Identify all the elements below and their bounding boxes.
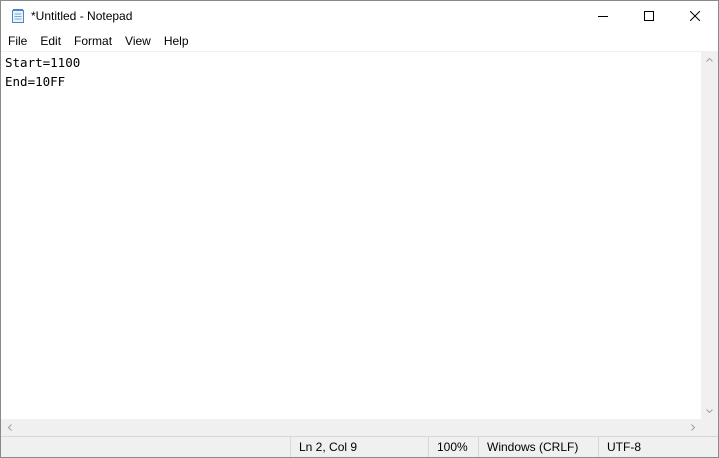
menu-view[interactable]: View	[118, 31, 157, 51]
title-bar[interactable]: *Untitled - Notepad	[1, 1, 718, 31]
chevron-left-icon	[7, 424, 12, 431]
status-encoding: UTF-8	[598, 437, 718, 457]
maximize-icon	[644, 11, 654, 21]
status-cursor-position: Ln 2, Col 9	[290, 437, 428, 457]
chevron-down-icon	[706, 408, 713, 413]
chevron-up-icon	[706, 57, 713, 62]
close-button[interactable]	[672, 1, 718, 31]
notepad-window: *Untitled - Notepad File Edit Format Vie…	[0, 0, 719, 458]
editor-line: End=10FF	[5, 74, 66, 89]
notepad-icon[interactable]	[10, 8, 26, 24]
scroll-up-button[interactable]	[701, 51, 718, 68]
status-zoom: 100%	[428, 437, 478, 457]
editor-line: Start=1100	[5, 55, 81, 70]
chevron-right-icon	[690, 424, 695, 431]
scroll-down-button[interactable]	[701, 402, 718, 419]
minimize-button[interactable]	[580, 1, 626, 31]
close-icon	[690, 11, 700, 21]
menu-help[interactable]: Help	[157, 31, 195, 51]
status-bar: Ln 2, Col 9 100% Windows (CRLF) UTF-8	[1, 436, 718, 457]
minimize-icon	[598, 16, 608, 17]
maximize-button[interactable]	[626, 1, 672, 31]
menu-format[interactable]: Format	[67, 31, 118, 51]
scroll-right-button[interactable]	[684, 419, 701, 436]
menu-file[interactable]: File	[1, 31, 33, 51]
menu-edit[interactable]: Edit	[33, 31, 67, 51]
scroll-left-button[interactable]	[1, 419, 18, 436]
horizontal-scrollbar[interactable]	[1, 419, 701, 436]
editor-content[interactable]: Start=1100 End=10FF	[5, 53, 80, 91]
window-title: *Untitled - Notepad	[31, 9, 133, 23]
text-editor[interactable]: Start=1100 End=10FF	[1, 51, 701, 419]
scrollbar-corner	[701, 419, 718, 436]
vertical-scrollbar[interactable]	[701, 51, 718, 419]
menu-bar: File Edit Format View Help	[1, 31, 718, 51]
status-line-ending: Windows (CRLF)	[478, 437, 598, 457]
